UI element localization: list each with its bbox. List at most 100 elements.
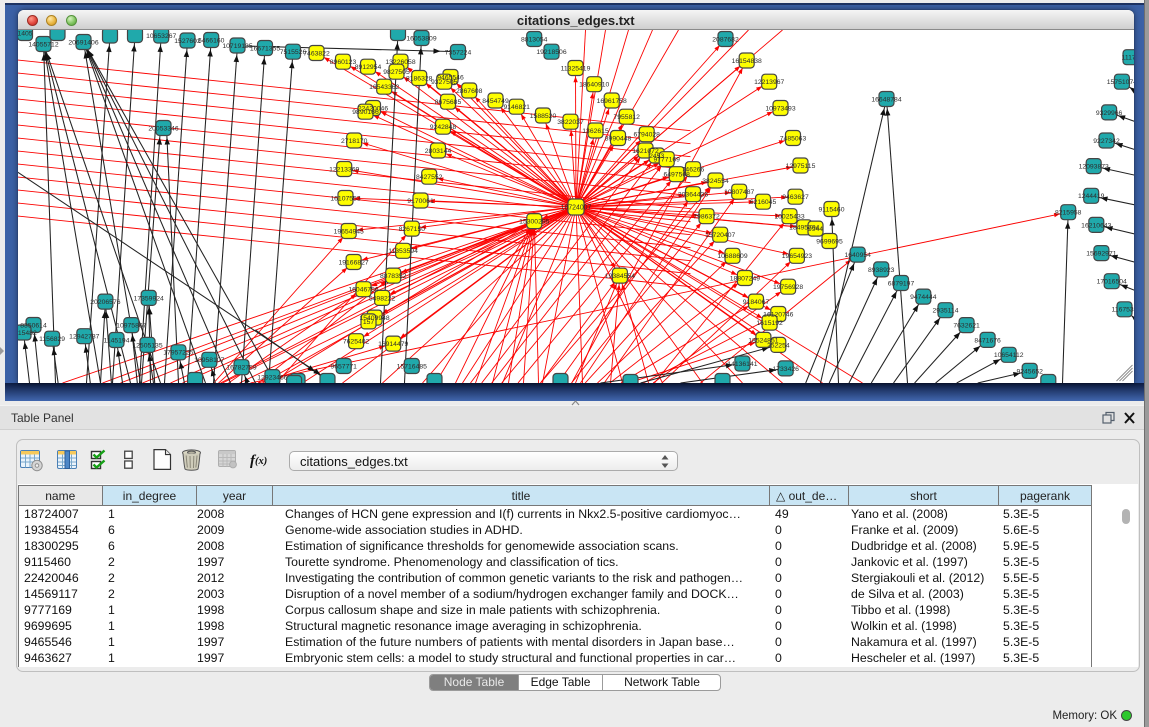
svg-text:19756928: 19756928 [772,284,802,291]
svg-text:3822037: 3822037 [557,119,584,126]
svg-text:10688609: 10688609 [717,253,747,260]
svg-text:16120746: 16120746 [763,311,793,318]
svg-text:9463627: 9463627 [782,194,809,201]
svg-text:8912954: 8912954 [354,64,381,71]
svg-text:9329966: 9329966 [1095,110,1122,117]
svg-text:7357224: 7357224 [444,49,471,56]
svg-text:16782759: 16782759 [226,365,256,372]
svg-text:12213369: 12213369 [329,166,359,173]
svg-text:15300295: 15300295 [519,219,549,226]
svg-text:19166827: 19166827 [338,259,368,266]
svg-text:19384554: 19384554 [604,273,634,280]
svg-text:9115460: 9115460 [818,206,844,213]
svg-text:2087682: 2087682 [712,36,739,43]
svg-text:6466160: 6466160 [197,37,224,44]
svg-text:8267150: 8267150 [398,226,425,233]
svg-text:157: 157 [362,319,374,326]
svg-text:20691406: 20691406 [68,39,98,46]
svg-text:12093873: 12093873 [1078,164,1108,171]
svg-text:3824554: 3824554 [702,178,729,185]
svg-text:10958107: 10958107 [194,357,224,364]
svg-text:1244419: 1244419 [1077,193,1104,200]
svg-text:7632621: 7632621 [953,323,980,330]
svg-text:11325419: 11325419 [560,65,590,72]
svg-text:9777169: 9777169 [653,157,680,164]
svg-text:1362615: 1362615 [582,128,609,135]
svg-text:19654923: 19654923 [781,253,811,260]
svg-text:9184067: 9184067 [742,299,769,306]
svg-text:16107553: 16107553 [330,195,360,202]
svg-text:9474444: 9474444 [910,294,937,301]
svg-text:252254: 252254 [766,342,789,349]
svg-text:6879197: 6879197 [887,280,914,287]
svg-text:16053809: 16053809 [406,35,436,42]
svg-text:7485063: 7485063 [779,135,806,142]
svg-text:3915482: 3915482 [18,330,37,337]
svg-text:1527602: 1527602 [174,38,201,45]
svg-text:16154838: 16154838 [731,58,761,65]
svg-text:15692971: 15692971 [1086,251,1116,258]
svg-text:1733426: 1733426 [772,366,799,373]
svg-text:8427552: 8427552 [415,174,442,181]
svg-text:8938923: 8938923 [867,267,894,274]
svg-text:12213967: 12213967 [754,79,784,86]
svg-text:1615192: 1615192 [756,320,783,327]
svg-text:10719135: 10719135 [222,43,252,50]
svg-text:13226058: 13226058 [385,59,415,66]
svg-text:11172: 11172 [1121,55,1134,62]
svg-text:15720407: 15720407 [705,232,735,239]
svg-text:9146821: 9146821 [503,104,530,111]
svg-text:7955812: 7955812 [613,114,640,121]
svg-text:18724007: 18724007 [560,205,591,212]
svg-text:16671355: 16671355 [249,45,279,52]
svg-text:8675685: 8675685 [434,99,461,106]
svg-text:15751074: 15751074 [1106,79,1134,86]
svg-text:16914479: 16914479 [378,341,408,348]
svg-text:8960123: 8960123 [329,59,356,66]
svg-text:9242848: 9242848 [429,124,456,131]
svg-text:19218506: 19218506 [536,49,566,56]
svg-text:9327505: 9327505 [430,79,457,86]
svg-text:15716485: 15716485 [396,363,426,370]
svg-text:8878352: 8878352 [379,273,406,280]
svg-text:14136141: 14136141 [727,361,757,368]
svg-text:(x): (x) [255,456,267,467]
svg-text:16210643: 16210643 [1081,222,1111,229]
svg-text:8186328: 8186328 [405,75,432,82]
svg-text:10975867: 10975867 [116,323,146,330]
svg-text:2718170: 2718170 [340,138,367,145]
svg-text:19654945: 19654945 [333,228,363,235]
svg-text:12923466: 12923466 [257,375,287,382]
svg-text:11353594: 11353594 [388,248,418,255]
svg-text:1405: 1405 [18,30,33,37]
svg-text:2935114: 2935114 [932,308,958,315]
svg-text:6216045: 6216045 [749,199,776,206]
svg-text:7986372: 7986372 [693,214,720,221]
svg-text:18807249: 18807249 [729,275,759,282]
svg-text:16046756: 16046756 [348,287,378,294]
svg-text:16543362: 16543362 [369,84,399,91]
svg-text:17957225: 17957225 [163,350,193,357]
svg-text:18640910: 18640910 [579,82,609,89]
svg-text:7625402: 7625402 [342,339,369,346]
svg-text:10654112: 10654112 [993,352,1023,359]
svg-text:1145194: 1145194 [103,337,129,344]
svg-text:12975115: 12975115 [785,163,815,170]
svg-text:9657771: 9657771 [330,363,357,370]
svg-text:7463822: 7463822 [303,50,330,57]
svg-text:5498222: 5498222 [368,295,395,302]
svg-text:10025433: 10025433 [774,214,804,221]
svg-text:10653267: 10653267 [146,33,176,40]
svg-text:8471676: 8471676 [974,337,1001,344]
svg-text:8215958: 8215958 [1054,210,1081,217]
svg-text:1167533: 1167533 [1111,307,1134,314]
svg-text:14055712: 14055712 [28,41,58,48]
svg-text:2867608: 2867608 [455,88,482,95]
svg-text:9699695: 9699695 [816,238,843,245]
svg-text:17016504: 17016504 [1096,279,1126,286]
svg-text:10807487: 10807487 [724,189,754,196]
svg-text:1588520: 1588520 [529,113,556,120]
svg-text:6497568: 6497568 [663,172,690,179]
svg-text:20364436: 20364436 [677,192,707,199]
svg-text:17359924: 17359924 [133,295,163,302]
